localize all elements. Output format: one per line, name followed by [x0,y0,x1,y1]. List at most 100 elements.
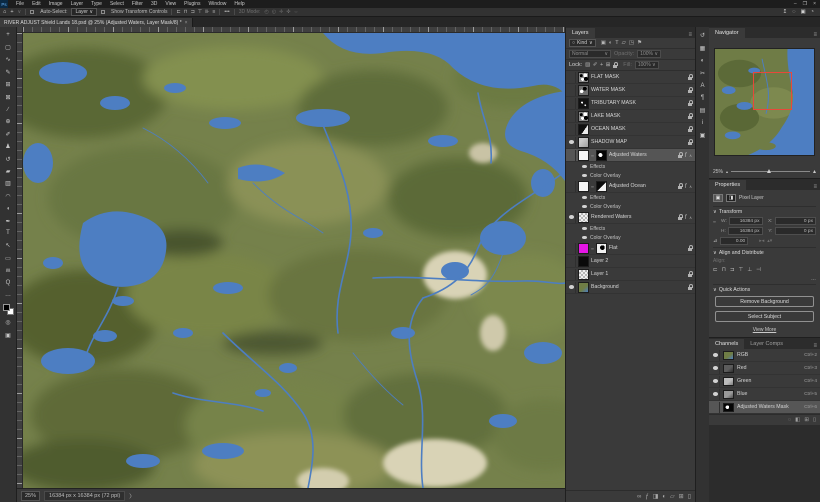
layer-row[interactable]: Layer 2 [566,255,695,268]
align-right-icon[interactable]: ⊐ [191,9,195,15]
brush-tool[interactable]: ✐ [2,128,15,140]
tab-navigator[interactable]: Navigator [709,28,745,38]
eye-icon[interactable] [582,196,587,200]
frame-tool[interactable]: ⊠ [2,91,15,103]
layer-row[interactable]: SHADOW MAP [566,136,695,149]
eraser-tool[interactable]: ▰ [2,165,15,177]
flip-vertical-icon[interactable]: ▴▾ [767,238,772,244]
layer-row[interactable]: ∞Adjusted Watersƒ∧ [566,149,695,162]
marquee-tool[interactable]: ▢ [2,41,15,53]
move-tool-icon[interactable]: + [10,8,13,17]
menu-layer[interactable]: Layer [67,0,88,8]
distribute-v-icon[interactable]: ≡ [213,9,216,15]
quick-selection-tool[interactable]: ✎ [2,66,15,78]
menu-filter[interactable]: Filter [128,0,147,8]
filter-adjustment-icon[interactable]: ◐ [609,40,612,46]
vertical-ruler[interactable] [17,33,23,488]
select-subject-button[interactable]: Select Subject [715,311,814,322]
color-swatches[interactable] [3,304,14,315]
layer-thumbnail[interactable] [578,111,589,122]
align-top-icon[interactable]: ⊤ [198,9,202,15]
clone-stamp-tool[interactable]: ♟ [2,141,15,153]
channel-row[interactable]: Adjusted Waters MaskCtrl+6 [709,401,820,414]
visibility-toggle[interactable] [568,256,576,267]
horizontal-ruler[interactable] [23,27,565,33]
fill-dropdown[interactable]: 100% ∨ [635,61,659,69]
layer-thumbnail[interactable] [578,98,589,109]
history-icon[interactable]: ↺ [696,30,709,41]
eye-icon[interactable] [582,174,587,178]
edit-toolbar[interactable]: … [2,289,15,301]
tab-layer-comps[interactable]: Layer Comps [744,339,789,349]
adjustment-layer-icon[interactable]: ◐ [662,494,666,500]
shape-tool[interactable]: ▭ [2,252,15,264]
visibility-toggle[interactable] [712,389,720,400]
close-button[interactable]: × [813,1,816,7]
collapse-effects-icon[interactable]: ∧ [689,184,692,189]
align-center-h-icon[interactable]: ⊓ [184,9,188,15]
layer-thumbnail[interactable] [578,269,589,280]
swatches-icon[interactable]: ▦ [696,43,709,54]
channel-row[interactable]: RedCtrl+3 [709,362,820,375]
zoom-in-icon[interactable]: ▴ [813,168,816,175]
width-field[interactable]: 16384 px [729,217,763,225]
eye-icon[interactable] [582,165,587,169]
transform-section-header[interactable]: ∨Transform [713,206,816,215]
collapse-effects-icon[interactable]: ∧ [689,153,692,158]
eyedropper-tool[interactable]: ∕ [2,103,15,115]
auto-select-checkbox[interactable] [30,10,34,14]
layer-row[interactable]: ∞Flat [566,242,695,255]
menu-type[interactable]: Type [87,0,106,8]
angle-field[interactable]: 0.00 [720,237,748,245]
layer-row[interactable]: WATER MASK [566,84,695,97]
x-field[interactable]: 0 px [775,217,817,225]
tab-close-icon[interactable]: × [185,20,188,26]
gradient-tool[interactable]: ▥ [2,178,15,190]
eye-icon[interactable] [582,227,587,231]
eye-icon[interactable] [582,205,587,209]
menu-edit[interactable]: Edit [28,0,45,8]
layer-thumbnail[interactable] [578,137,589,148]
layer-effect-row[interactable]: Effects [566,193,695,202]
link-dimensions-icon[interactable]: ∞ [713,219,719,224]
move-tool[interactable]: + [2,29,15,41]
layer-row[interactable]: Background [566,281,695,294]
character-icon[interactable]: A [696,80,709,91]
visibility-toggle[interactable] [568,98,576,109]
layer-effect-row[interactable]: Effects [566,162,695,171]
info-icon[interactable]: i [696,118,709,129]
delete-channel-icon[interactable]: ▯ [813,417,816,423]
auto-select-dropdown[interactable]: Layer ∨ [71,8,97,16]
layer-row[interactable]: FLAT MASK [566,71,695,84]
delete-layer-icon[interactable]: ▯ [688,493,691,500]
collapse-effects-icon[interactable]: ∧ [689,215,692,220]
channel-row[interactable]: BlueCtrl+5 [709,388,820,401]
libraries-icon[interactable]: ▤ [696,105,709,116]
visibility-toggle[interactable] [568,243,576,254]
history-brush-tool[interactable]: ↺ [2,153,15,165]
layer-mask-thumbnail[interactable] [596,150,607,161]
align-section-header[interactable]: ∨Align and Distribute [713,247,816,256]
capture-icon[interactable]: ◔ [811,8,814,17]
3d-scale-icon[interactable]: ⇔ [294,9,299,15]
navigator-preview[interactable] [714,48,815,156]
layer-thumbnail[interactable] [578,181,589,192]
3d-drag-icon[interactable]: ✛ [279,9,283,15]
layer-thumbnail[interactable] [578,243,589,254]
clone-source-icon[interactable]: ✂ [696,68,709,79]
visibility-toggle[interactable] [568,124,576,135]
filter-shape-icon[interactable]: ▱ [622,40,626,46]
filter-flag-icon[interactable]: ⚑ [637,40,642,46]
layer-effect-row[interactable]: Color Overlay [566,233,695,242]
foreground-color-swatch[interactable] [3,304,10,311]
visibility-toggle[interactable] [568,212,576,223]
layer-thumbnail[interactable] [578,72,589,83]
ruler-origin[interactable] [17,27,23,33]
layer-mask-thumbnail[interactable] [596,243,607,254]
search-icon[interactable]: ◌ [792,8,795,17]
pen-tool[interactable]: ✒ [2,215,15,227]
layer-thumbnail[interactable] [578,282,589,293]
hand-tool[interactable]: ʍ [2,264,15,276]
healing-brush-tool[interactable]: ⊕ [2,116,15,128]
3d-rotate-icon[interactable]: ◴ [264,9,268,15]
